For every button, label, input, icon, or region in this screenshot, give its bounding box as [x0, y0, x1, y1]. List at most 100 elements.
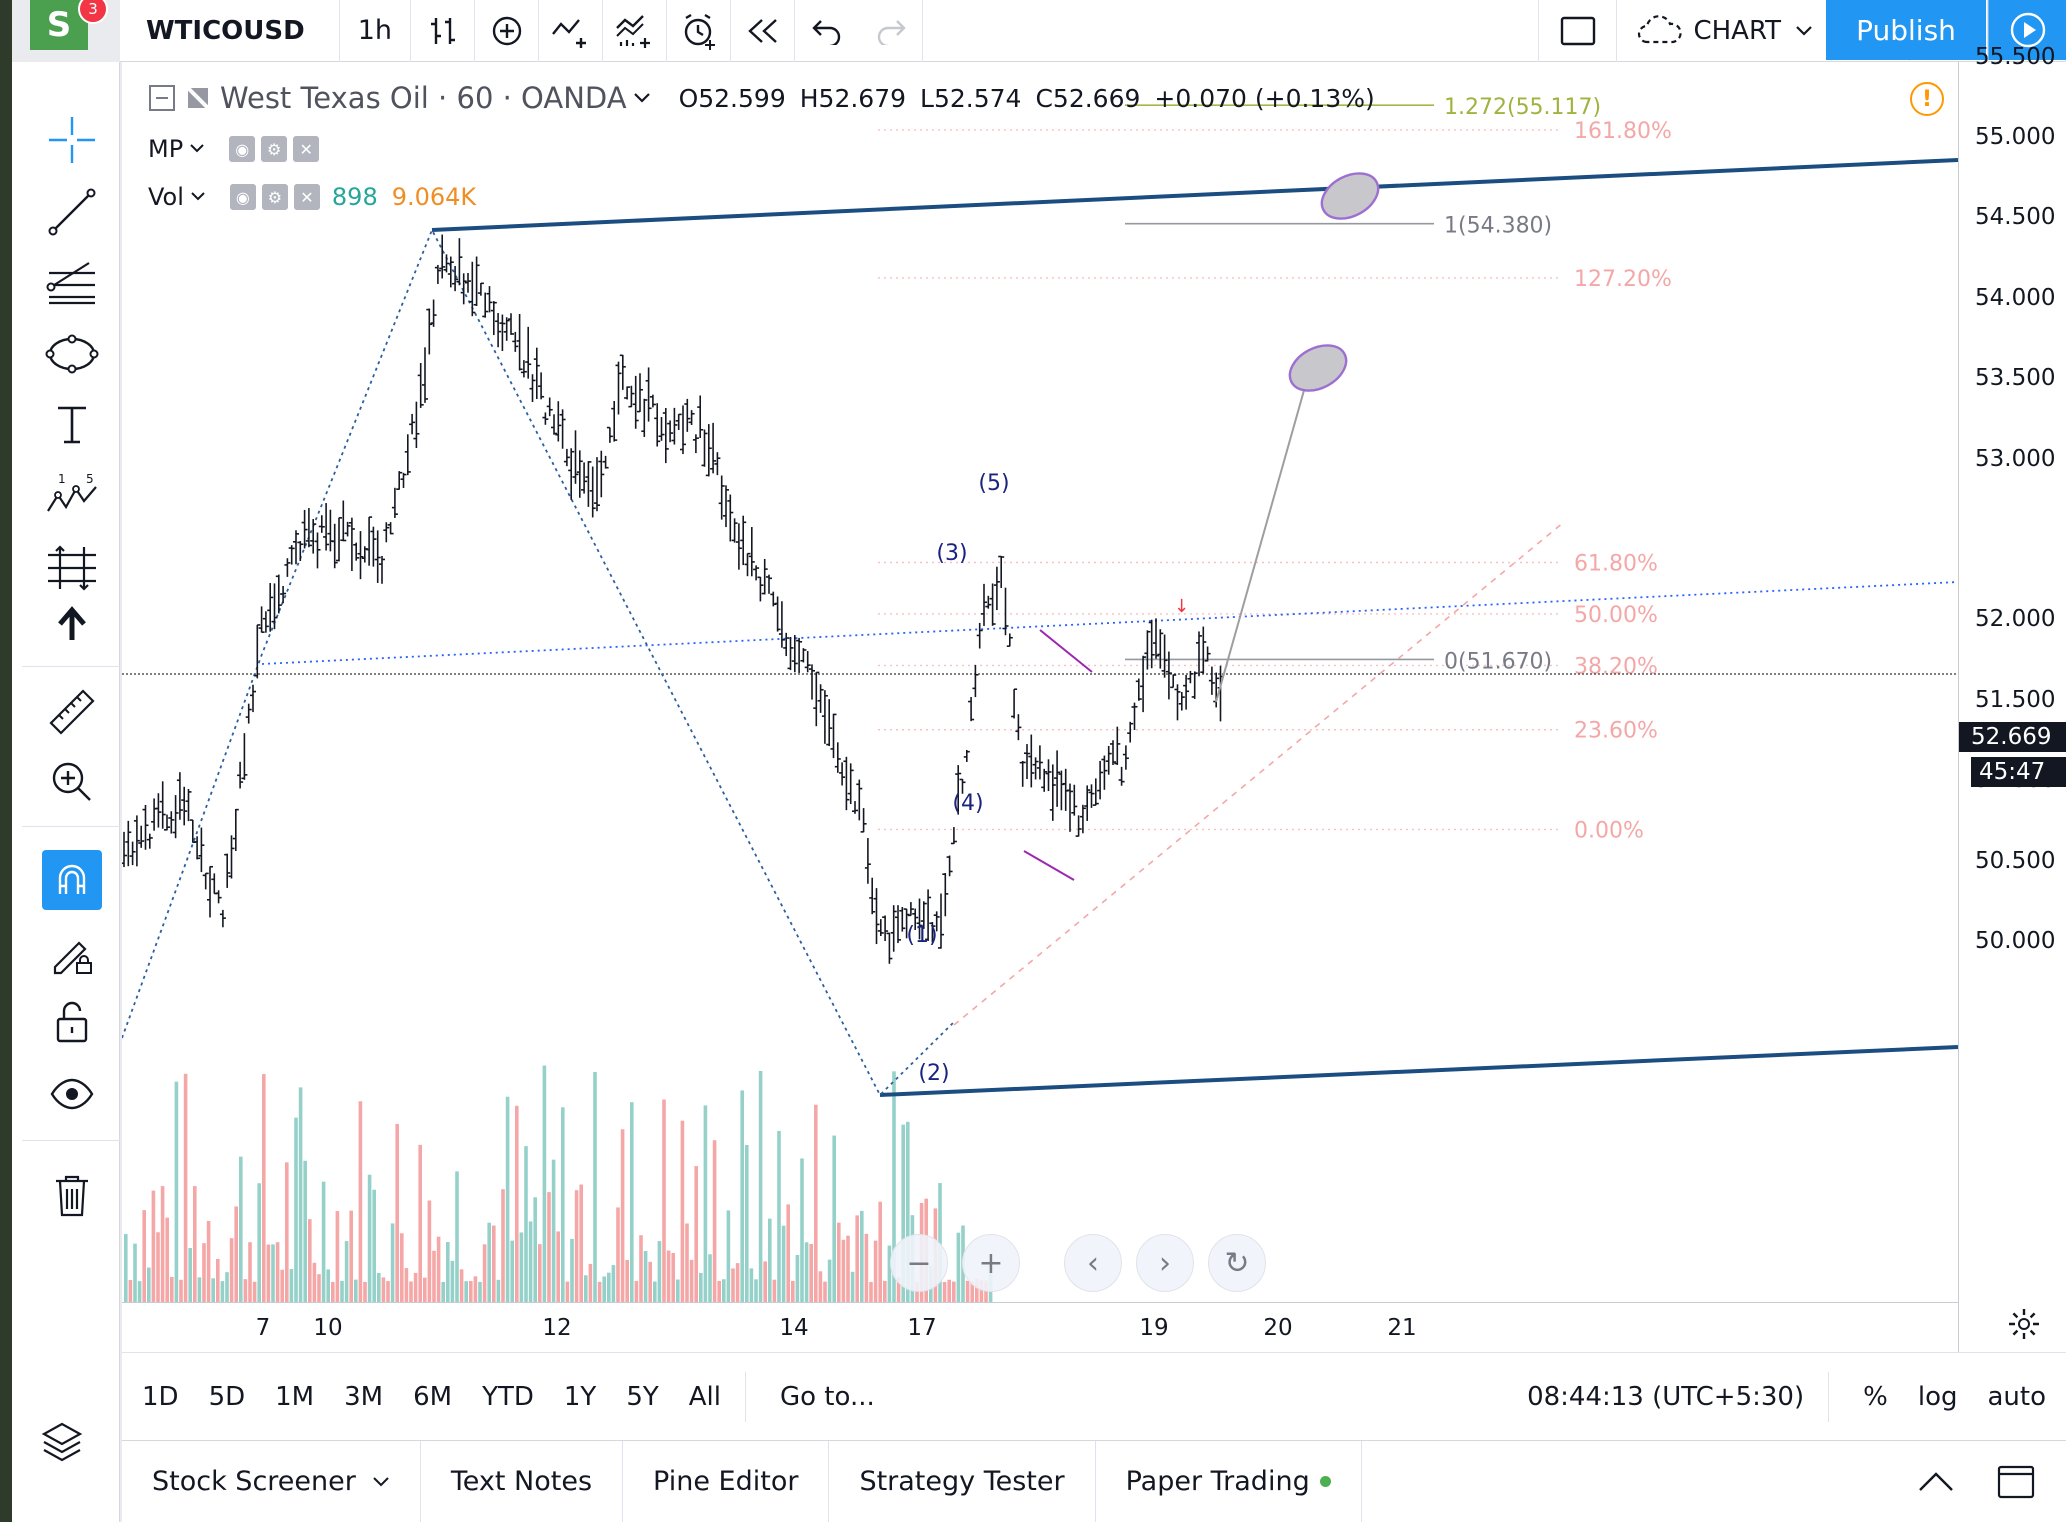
tab-stock-screener[interactable]: Stock Screener [122, 1440, 421, 1522]
range-all[interactable]: All [689, 1382, 721, 1412]
flag-icon[interactable] [184, 84, 212, 112]
magnet-tool[interactable] [42, 850, 102, 910]
chevron-down-icon[interactable] [189, 143, 205, 155]
gear-icon[interactable]: ⚙ [261, 136, 288, 162]
timezone-clock[interactable]: 08:44:13 (UTC+5:30) [1527, 1382, 1804, 1412]
fib-extension-label: 0(51.670) [1444, 649, 1552, 674]
eye-icon[interactable]: ◉ [229, 136, 256, 162]
lock-tool[interactable] [42, 992, 102, 1052]
redo-button[interactable] [859, 0, 923, 62]
time-axis[interactable]: 7 10 12 14 17 19 20 21 [122, 1302, 1958, 1352]
templates-button[interactable] [603, 0, 667, 62]
price-tick-label: 55.000 [1975, 124, 2056, 150]
zoom-in-tool[interactable] [42, 752, 102, 812]
goto-date-button[interactable]: Go to... [780, 1382, 875, 1412]
percent-scale-toggle[interactable]: % [1863, 1382, 1888, 1412]
close-icon[interactable]: ✕ [293, 136, 320, 162]
chevron-down-icon[interactable] [633, 91, 651, 105]
price-tick-label: 54.500 [1975, 204, 2056, 231]
time-tick-label: 12 [542, 1315, 572, 1341]
volume-bar [878, 1201, 882, 1302]
chevron-up-icon[interactable] [1916, 1470, 1956, 1494]
indicators-button[interactable] [539, 0, 603, 62]
tab-pine-editor[interactable]: Pine Editor [623, 1440, 830, 1522]
range-ytd[interactable]: YTD [482, 1382, 534, 1412]
indicator-volume[interactable]: Vol ◉ ⚙ ✕ 898 9.064K [148, 179, 476, 215]
chart-pane[interactable]: 161.80% 127.20% 61.80% 50.00% 38.20% 23.60% 0.… [121, 62, 1959, 1352]
volume-bar [487, 1222, 491, 1302]
range-5d[interactable]: 5D [209, 1382, 246, 1412]
collapse-icon[interactable] [148, 84, 176, 112]
text-tool[interactable] [42, 394, 102, 454]
range-1y[interactable]: 1Y [564, 1382, 596, 1412]
zoom-in-button[interactable]: + [962, 1234, 1020, 1292]
shape-tool[interactable] [42, 324, 102, 384]
undo-button[interactable] [795, 0, 859, 62]
notification-badge[interactable]: 3 [78, 0, 108, 24]
volume-bar [722, 1279, 726, 1302]
toolbar-spacer [923, 0, 1540, 62]
chevron-down-icon[interactable] [190, 191, 206, 203]
remove-drawings-tool[interactable] [42, 1166, 102, 1226]
eye-icon [50, 1078, 94, 1110]
pattern-tool[interactable]: 15 [42, 466, 102, 526]
auto-scale-toggle[interactable]: auto [1987, 1382, 2046, 1412]
prediction-tool[interactable] [42, 538, 102, 598]
chart-navigation: − + ‹ › ↻ [890, 1234, 1266, 1292]
warning-icon[interactable]: ! [1910, 82, 1944, 116]
price-axis[interactable]: 55.500 55.000 54.500 54.000 53.500 53.000 52.0… [1958, 44, 2066, 1352]
reset-chart-button[interactable]: ↻ [1208, 1234, 1266, 1292]
gear-icon[interactable]: ⚙ [261, 184, 288, 210]
range-1d[interactable]: 1D [142, 1382, 179, 1412]
replay-button[interactable] [731, 0, 795, 62]
symbol-search-button[interactable]: WTICOUSD [120, 0, 340, 62]
range-1m[interactable]: 1M [275, 1382, 314, 1412]
maximize-panel-icon[interactable] [1996, 1464, 2036, 1500]
price-tick-label: 54.000 [1975, 284, 2056, 311]
scroll-left-button[interactable]: ‹ [1064, 1234, 1122, 1292]
crosshair-tool[interactable] [42, 110, 102, 170]
volume-bar [409, 1281, 413, 1302]
ruler-tool[interactable] [42, 682, 102, 742]
tab-text-notes[interactable]: Text Notes [421, 1440, 624, 1522]
volume-bar [538, 1244, 542, 1302]
log-scale-toggle[interactable]: log [1918, 1382, 1958, 1412]
measure-forecast-icon [48, 545, 96, 591]
gear-icon [2009, 1309, 2039, 1339]
bar-style-button[interactable] [411, 0, 475, 62]
price-chart[interactable]: 161.80% 127.20% 61.80% 50.00% 38.20% 23.60% 0.… [121, 62, 1959, 1302]
volume-bar [303, 1160, 307, 1302]
range-6m[interactable]: 6M [413, 1382, 452, 1412]
symbol-title[interactable]: West Texas Oil · 60 · OANDA [220, 81, 627, 115]
close-icon[interactable]: ✕ [293, 184, 320, 210]
volume-bar [795, 1254, 800, 1302]
range-5y[interactable]: 5Y [626, 1382, 658, 1412]
axis-settings-button[interactable] [2006, 1306, 2046, 1346]
volume-bar [133, 1243, 137, 1302]
eye-icon[interactable]: ◉ [229, 184, 256, 210]
scroll-right-button[interactable]: › [1136, 1234, 1194, 1292]
drawing-mode-tool[interactable] [42, 924, 102, 984]
fib-tool[interactable] [42, 252, 102, 312]
zoom-out-button[interactable]: − [890, 1234, 948, 1292]
save-layout-button[interactable]: CHART [1617, 0, 1832, 62]
volume-bar [390, 1223, 395, 1302]
range-3m[interactable]: 3M [344, 1382, 383, 1412]
publish-button[interactable]: Publish [1826, 0, 1986, 60]
wave-label: (2) [918, 1061, 949, 1086]
trend-line-tool[interactable] [42, 182, 102, 242]
tab-strategy-tester[interactable]: Strategy Tester [829, 1440, 1096, 1522]
interval-button[interactable]: 1h [340, 0, 411, 62]
volume-bar [482, 1244, 487, 1302]
alert-button[interactable] [667, 0, 731, 62]
volume-bar [662, 1099, 666, 1302]
visibility-tool[interactable] [42, 1064, 102, 1124]
icon-tool[interactable] [42, 594, 102, 654]
object-tree-button[interactable] [40, 1420, 84, 1464]
volume-bar [156, 1232, 160, 1302]
chevron-down-icon[interactable] [372, 1476, 390, 1488]
layout-button[interactable] [1539, 0, 1618, 62]
tab-paper-trading[interactable]: Paper Trading [1096, 1440, 1362, 1522]
indicator-mp[interactable]: MP ◉ ⚙ ✕ [148, 131, 320, 167]
compare-button[interactable] [475, 0, 539, 62]
